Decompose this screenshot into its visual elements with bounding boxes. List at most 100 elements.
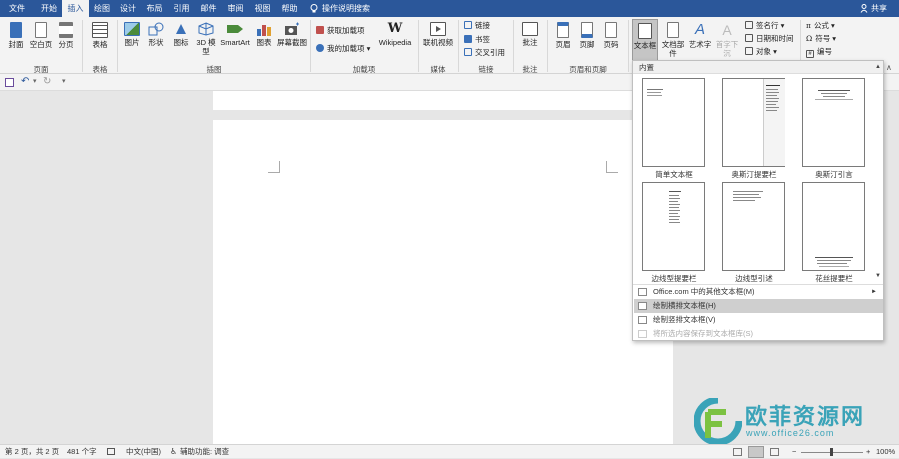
tab-design[interactable]: 设计 [115, 0, 141, 17]
tab-mailings[interactable]: 邮件 [195, 0, 222, 17]
3d-models-label-2: 型 [202, 47, 210, 56]
bookmark-button[interactable]: 书签 [464, 35, 490, 45]
icons-icon [173, 22, 189, 36]
signature-line-label: 签名行 [756, 21, 779, 30]
wordart-button[interactable]: A 艺术字 [688, 22, 712, 50]
gallery-item-filigree-sidebar[interactable] [802, 182, 865, 271]
collapse-ribbon-icon[interactable]: ∧ [886, 63, 892, 72]
tab-insert[interactable]: 插入 [62, 0, 89, 17]
page-number-button[interactable]: 页码 [600, 22, 622, 49]
undo-icon[interactable]: ↶ [21, 76, 29, 87]
icons-button[interactable]: 图标 [170, 22, 192, 47]
tab-layout[interactable]: 布局 [141, 0, 168, 17]
group-separator [310, 20, 311, 72]
page-number-label: 页码 [603, 40, 619, 49]
proofing-icon[interactable] [107, 448, 115, 455]
smartart-button[interactable]: SmartArt [218, 22, 252, 47]
undo-dropdown-icon[interactable]: ▾ [33, 77, 37, 85]
margin-corner-marker [606, 161, 618, 173]
number-label: 编号 [817, 47, 832, 56]
pictures-button[interactable]: 图片 [121, 22, 143, 47]
read-mode-icon[interactable] [733, 448, 742, 456]
cover-page-button[interactable]: 封面 [4, 22, 28, 49]
text-box-button[interactable]: 文本框 [632, 19, 658, 61]
watermark-url: www.office26.com [746, 428, 835, 438]
gallery-item-simple-text-box[interactable] [642, 78, 705, 167]
object-button[interactable]: 对象 ▾ [745, 47, 777, 57]
shapes-icon [148, 22, 164, 36]
header-button[interactable]: 页眉 [552, 22, 574, 49]
signature-icon [745, 21, 753, 29]
tab-references[interactable]: 引用 [168, 0, 195, 17]
tab-review[interactable]: 审阅 [222, 0, 249, 17]
shapes-button[interactable]: 形状 [145, 22, 167, 47]
margin-corner-marker [268, 161, 280, 173]
blank-page-button[interactable]: 空白页 [29, 22, 53, 49]
lightbulb-icon [310, 4, 318, 13]
zoom-out-button[interactable]: − [792, 445, 796, 459]
number-button[interactable]: # 编号 [806, 47, 832, 58]
chart-button[interactable]: 图表 [253, 22, 275, 47]
get-addins-button[interactable]: 获取加载项 [316, 26, 365, 36]
zoom-slider-thumb[interactable] [830, 448, 833, 456]
redo-icon[interactable]: ↻ [43, 76, 51, 87]
tab-file[interactable]: 文件 [4, 0, 30, 17]
tab-draw[interactable]: 绘图 [89, 0, 115, 17]
tab-home[interactable]: 开始 [36, 0, 62, 17]
equation-button[interactable]: π 公式 ▾ [806, 21, 835, 31]
draw-vertical-text-box-menu-item[interactable]: 绘制竖排文本框(V) [634, 313, 883, 327]
share-button[interactable]: 共享 [869, 0, 889, 17]
gallery-item-edge-quote[interactable] [722, 182, 785, 271]
tab-view[interactable]: 视图 [249, 0, 276, 17]
gallery-item-austin-sidebar[interactable] [722, 78, 785, 167]
save-icon[interactable] [5, 78, 14, 87]
footer-button[interactable]: 页脚 [576, 22, 598, 49]
chart-label: 图表 [256, 38, 272, 47]
gallery-item-edge-sidebar[interactable] [642, 182, 705, 271]
page-number-icon [605, 22, 617, 38]
office-icon [638, 288, 647, 296]
symbol-button[interactable]: Ω 符号 ▾ [806, 34, 836, 44]
footer-label: 页脚 [579, 40, 595, 49]
draw-horizontal-text-box-label: 绘制横排文本框(H) [653, 301, 716, 310]
tab-help[interactable]: 帮助 [276, 0, 303, 17]
language-indicator[interactable]: 中文(中国) [126, 445, 161, 459]
status-bar: 第 2 页，共 2 页 481 个字 中文(中国) ♿ 辅助功能: 调查 − +… [0, 444, 899, 458]
print-layout-icon[interactable] [748, 446, 764, 458]
quick-parts-button[interactable]: 文档部件 [659, 22, 687, 58]
web-layout-icon[interactable] [770, 448, 779, 456]
page-break-button[interactable]: 分页 [54, 22, 78, 49]
document-page[interactable] [213, 120, 673, 444]
gallery-item-label: 奥斯汀提要栏 [731, 170, 777, 179]
more-text-boxes-menu-item[interactable]: Office.com 中的其他文本框(M) ► [634, 285, 883, 299]
zoom-in-button[interactable]: + [866, 445, 870, 459]
my-addins-button[interactable]: 我的加载项 ▾ [316, 44, 370, 54]
page-count[interactable]: 第 2 页，共 2 页 [5, 445, 59, 459]
signature-line-button[interactable]: 签名行 ▾ [745, 21, 784, 31]
word-count[interactable]: 481 个字 [67, 445, 97, 459]
customize-toolbar-icon[interactable]: ▾ [62, 77, 66, 85]
3d-models-button[interactable]: 3D 模 型 [194, 22, 218, 56]
link-button[interactable]: 链接 [464, 21, 490, 31]
group-separator [418, 20, 419, 72]
link-label: 链接 [475, 21, 490, 30]
save-to-gallery-icon [638, 330, 647, 338]
date-time-button[interactable]: 日期和时间 [745, 34, 794, 44]
draw-horizontal-text-box-menu-item[interactable]: 绘制横排文本框(H) [634, 299, 883, 313]
screenshot-button[interactable]: 屏幕截图 [276, 22, 308, 47]
save-selection-to-gallery-menu-item[interactable]: 将所选内容保存到文本框库(S) [634, 327, 883, 341]
comment-button[interactable]: 批注 [517, 22, 543, 47]
omega-icon: Ω [806, 34, 813, 43]
scroll-up-icon[interactable]: ▲ [875, 64, 881, 70]
table-button[interactable]: 表格 [88, 22, 112, 49]
scroll-down-icon[interactable]: ▼ [875, 273, 881, 279]
smartart-icon [226, 22, 244, 36]
gallery-item-austin-quote[interactable] [802, 78, 865, 167]
online-video-button[interactable]: 联机视频 [422, 22, 454, 47]
accessibility-status[interactable]: 辅助功能: 调查 [180, 445, 229, 459]
drop-cap-button[interactable]: A 首字下沉 [713, 22, 741, 58]
tell-me-search[interactable]: 操作说明搜索 [322, 0, 372, 17]
wikipedia-button[interactable]: W Wikipedia [378, 22, 412, 48]
zoom-level[interactable]: 100% [876, 445, 895, 459]
cross-reference-button[interactable]: 交叉引用 [464, 48, 505, 58]
